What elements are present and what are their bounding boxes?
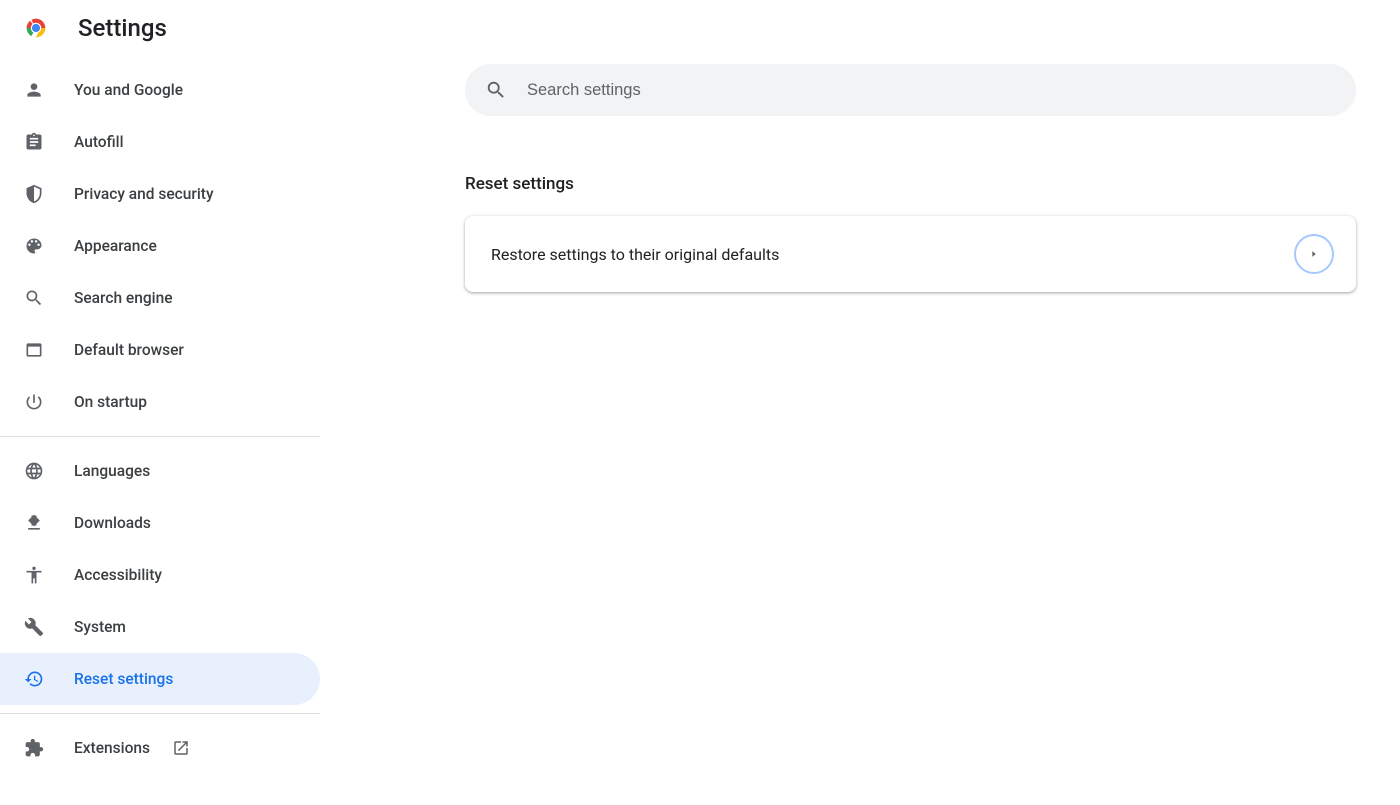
person-icon — [24, 80, 44, 100]
sidebar-item-label: System — [74, 618, 126, 636]
sidebar-item-label: Downloads — [74, 514, 151, 532]
restore-defaults-row[interactable]: Restore settings to their original defau… — [465, 216, 1356, 292]
restore-defaults-label: Restore settings to their original defau… — [491, 245, 779, 264]
extension-icon — [24, 738, 44, 758]
shield-icon — [24, 184, 44, 204]
sidebar-item-default-browser[interactable]: Default browser — [0, 324, 320, 376]
sidebar-item-autofill[interactable]: Autofill — [0, 116, 320, 168]
accessibility-icon — [24, 565, 44, 585]
sidebar: You and Google Autofill Privacy and secu… — [0, 56, 320, 798]
sidebar-item-system[interactable]: System — [0, 601, 320, 653]
sidebar-item-downloads[interactable]: Downloads — [0, 497, 320, 549]
page-title: Settings — [78, 14, 167, 42]
globe-icon — [24, 461, 44, 481]
clipboard-icon — [24, 132, 44, 152]
sidebar-item-accessibility[interactable]: Accessibility — [0, 549, 320, 601]
chrome-logo-icon — [22, 14, 50, 42]
header: Settings — [0, 0, 1400, 56]
sidebar-item-label: On startup — [74, 393, 147, 411]
sidebar-item-search-engine[interactable]: Search engine — [0, 272, 320, 324]
search-icon — [24, 288, 44, 308]
reset-settings-card: Restore settings to their original defau… — [465, 216, 1356, 292]
palette-icon — [24, 236, 44, 256]
chevron-right-icon — [1294, 234, 1334, 274]
sidebar-item-languages[interactable]: Languages — [0, 445, 320, 497]
sidebar-item-reset-settings[interactable]: Reset settings — [0, 653, 320, 705]
open-external-icon — [172, 739, 190, 757]
window-icon — [24, 340, 44, 360]
search-input[interactable] — [527, 81, 1336, 100]
sidebar-item-label: Search engine — [74, 289, 173, 307]
sidebar-item-label: Privacy and security — [74, 185, 214, 203]
power-icon — [24, 392, 44, 412]
sidebar-item-you-and-google[interactable]: You and Google — [0, 64, 320, 116]
sidebar-item-label: Default browser — [74, 341, 184, 359]
sidebar-item-label: Languages — [74, 462, 150, 480]
history-icon — [24, 669, 44, 689]
sidebar-item-appearance[interactable]: Appearance — [0, 220, 320, 272]
sidebar-item-on-startup[interactable]: On startup — [0, 376, 320, 428]
sidebar-item-extensions[interactable]: Extensions — [0, 722, 320, 774]
sidebar-item-label: Accessibility — [74, 566, 162, 584]
sidebar-item-label: Reset settings — [74, 670, 173, 688]
sidebar-item-label: Extensions — [74, 739, 150, 757]
wrench-icon — [24, 617, 44, 637]
sidebar-item-label: Appearance — [74, 237, 157, 255]
section-title: Reset settings — [465, 174, 1356, 194]
sidebar-item-label: You and Google — [74, 81, 183, 99]
download-icon — [24, 513, 44, 533]
main-content: Reset settings Restore settings to their… — [320, 56, 1400, 798]
sidebar-item-privacy-security[interactable]: Privacy and security — [0, 168, 320, 220]
sidebar-item-label: Autofill — [74, 133, 124, 151]
search-icon — [485, 79, 507, 101]
search-settings-box[interactable] — [465, 64, 1356, 116]
